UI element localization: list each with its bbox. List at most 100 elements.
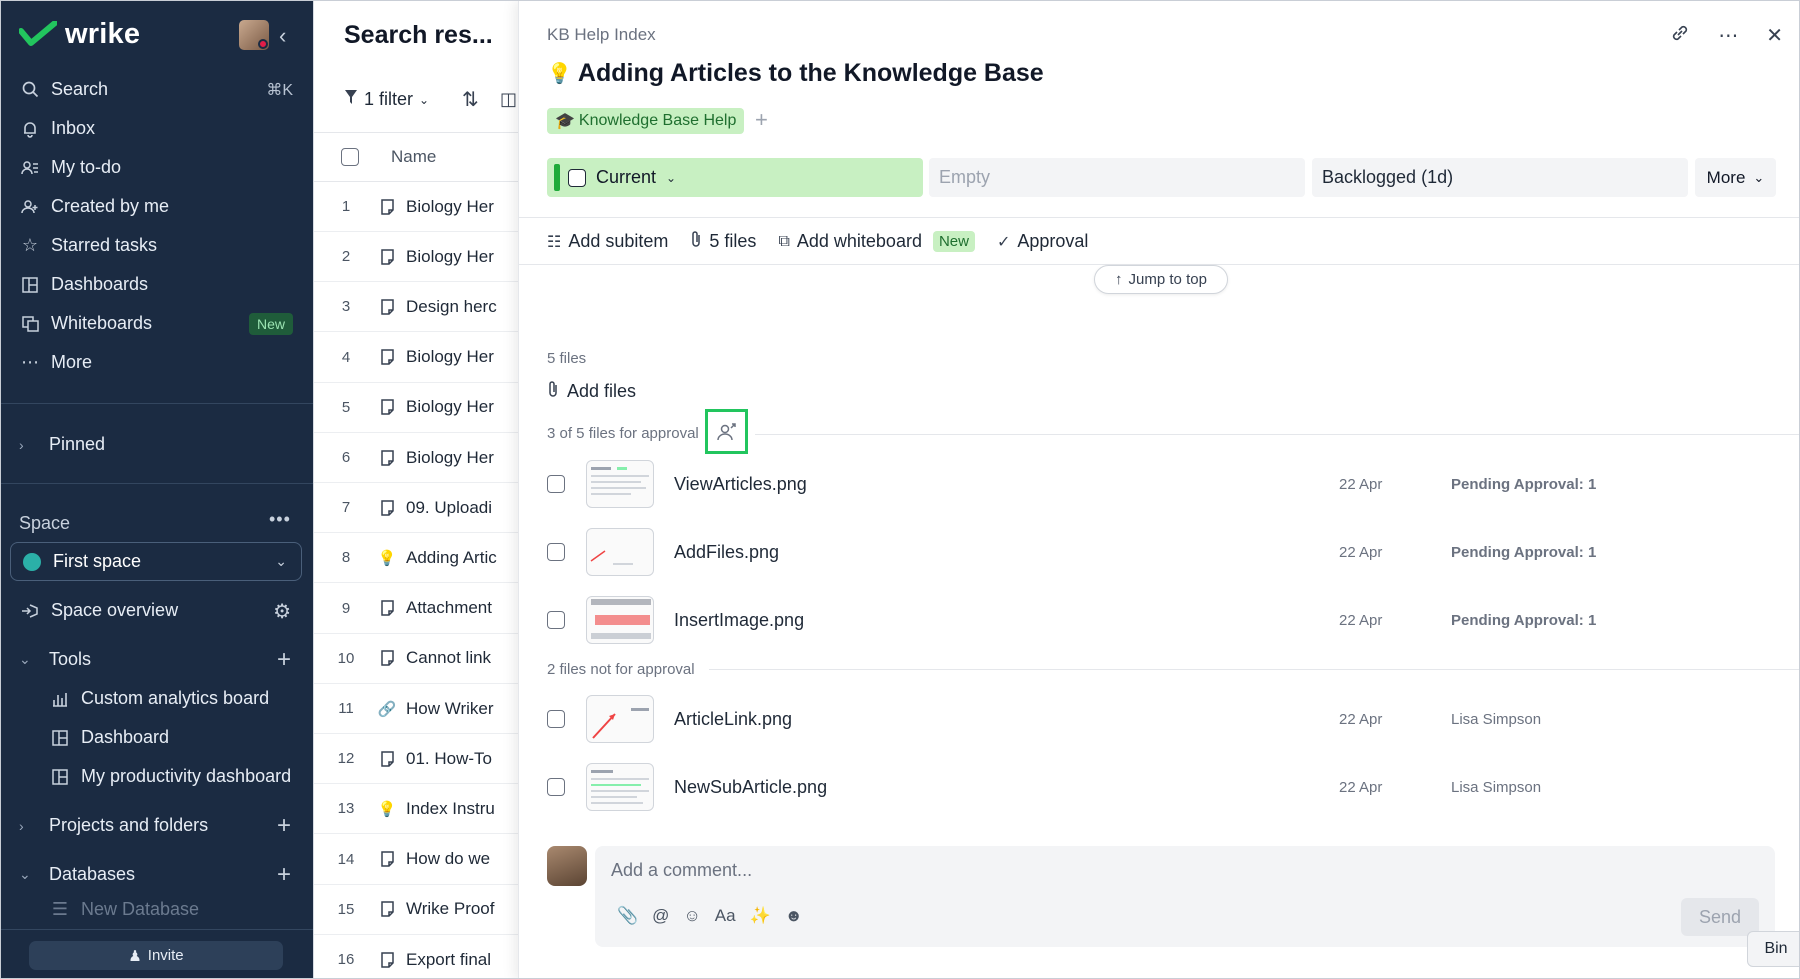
list-item[interactable]: 9 Attachment xyxy=(314,584,519,634)
row-title[interactable]: Biology Her xyxy=(406,247,494,267)
list-item[interactable]: 1 Biology Her xyxy=(314,182,519,232)
bin-button[interactable]: Bin xyxy=(1747,931,1799,967)
ai-sparkle-icon[interactable]: ✨ xyxy=(750,906,771,926)
folder-tag[interactable]: 🎓 Knowledge Base Help xyxy=(547,108,745,134)
bot-icon[interactable]: ☻ xyxy=(785,906,803,926)
attach-icon[interactable]: 📎 xyxy=(617,906,638,926)
request-approval-icon[interactable] xyxy=(705,409,748,454)
new-database-item[interactable]: ☰ New Database xyxy=(1,894,313,924)
jump-to-top-button[interactable]: ↑ Jump to top xyxy=(1094,265,1228,294)
row-title[interactable]: Biology Her xyxy=(406,397,494,417)
row-title[interactable]: Biology Her xyxy=(406,197,494,217)
add-files-button[interactable]: Add files xyxy=(547,380,636,403)
select-all-checkbox[interactable] xyxy=(341,148,359,166)
add-whiteboard-button[interactable]: ⧉ Add whiteboard New xyxy=(778,231,975,252)
wrike-logo[interactable]: wrike xyxy=(19,18,140,50)
file-checkbox[interactable] xyxy=(547,710,565,728)
add-project-icon[interactable]: + xyxy=(277,812,291,840)
file-thumbnail[interactable] xyxy=(586,460,654,508)
file-thumbnail[interactable] xyxy=(586,695,654,743)
projects-section[interactable]: › Projects and folders + xyxy=(1,806,313,845)
nav-more[interactable]: ⋯ More xyxy=(1,343,313,382)
nav-whiteboards[interactable]: Whiteboards New xyxy=(1,304,313,343)
tool-item-custom-analytics-board[interactable]: Custom analytics board xyxy=(1,679,313,718)
pinned-section[interactable]: › Pinned xyxy=(1,425,313,464)
list-item[interactable]: 10 Cannot link xyxy=(314,634,519,684)
row-title[interactable]: Adding Artic xyxy=(406,548,497,568)
space-selector[interactable]: First space ⌄ xyxy=(10,542,302,581)
gear-icon[interactable]: ⚙ xyxy=(273,599,291,624)
add-database-icon[interactable]: + xyxy=(277,861,291,889)
row-title[interactable]: Export final xyxy=(406,950,491,970)
close-icon[interactable]: ✕ xyxy=(1766,23,1783,49)
file-name[interactable]: InsertImage.png xyxy=(674,610,804,631)
filter-button[interactable]: 1 filter ⌄ xyxy=(344,89,429,110)
file-checkbox[interactable] xyxy=(547,778,565,796)
file-row[interactable]: ArticleLink.png 22 Apr Lisa Simpson xyxy=(519,685,1799,753)
file-thumbnail[interactable] xyxy=(586,528,654,576)
row-title[interactable]: 09. Uploadi xyxy=(406,498,492,518)
dates-field[interactable]: Backlogged (1d) xyxy=(1312,158,1688,197)
list-item[interactable]: 3 Design herc xyxy=(314,282,519,333)
columns-icon[interactable]: ◫ xyxy=(500,89,517,110)
nav-created-by-me[interactable]: Created by me xyxy=(1,187,313,226)
file-name[interactable]: ViewArticles.png xyxy=(674,474,807,495)
comment-input[interactable]: Add a comment... xyxy=(611,860,752,881)
column-name-header[interactable]: Name xyxy=(391,147,436,167)
files-button[interactable]: 5 files xyxy=(690,230,756,253)
row-title[interactable]: How do we xyxy=(406,849,490,869)
file-row[interactable]: AddFiles.png 22 Apr Pending Approval: 1 xyxy=(519,518,1799,586)
space-menu-icon[interactable]: ••• xyxy=(269,509,291,530)
tool-item-dashboard[interactable]: Dashboard xyxy=(1,718,313,757)
file-thumbnail[interactable] xyxy=(586,763,654,811)
row-title[interactable]: Biology Her xyxy=(406,448,494,468)
list-item[interactable]: 4 Biology Her xyxy=(314,333,519,383)
file-row[interactable]: NewSubArticle.png 22 Apr Lisa Simpson xyxy=(519,753,1799,821)
approval-status[interactable]: Pending Approval: 1 xyxy=(1451,612,1596,629)
breadcrumb[interactable]: KB Help Index xyxy=(547,25,656,45)
collapse-sidebar-icon[interactable]: ‹ xyxy=(279,23,286,49)
row-title[interactable]: Cannot link xyxy=(406,648,491,668)
row-title[interactable]: Attachment xyxy=(406,598,492,618)
send-button[interactable]: Send xyxy=(1681,898,1759,936)
list-item[interactable]: 5 Biology Her xyxy=(314,383,519,433)
assignee-field[interactable]: Empty xyxy=(929,158,1305,197)
sort-icon[interactable]: ⇅ xyxy=(462,87,479,112)
list-item[interactable]: 8 💡 Adding Artic xyxy=(314,533,519,584)
file-name[interactable]: AddFiles.png xyxy=(674,542,779,563)
list-item[interactable]: 2 Biology Her xyxy=(314,232,519,283)
add-tool-icon[interactable]: + xyxy=(277,646,291,674)
row-title[interactable]: How Wriker xyxy=(406,699,494,719)
space-overview[interactable]: Space overview ⚙ xyxy=(1,591,313,630)
file-row[interactable]: InsertImage.png 22 Apr Pending Approval:… xyxy=(519,586,1799,654)
comment-editor[interactable]: Add a comment... 📎 @ ☺ Aa ✨ ☻ Send xyxy=(595,846,1775,947)
approval-button[interactable]: ✓️ Approval xyxy=(997,231,1088,252)
file-checkbox[interactable] xyxy=(547,475,565,493)
emoji-icon[interactable]: ☺ xyxy=(683,906,700,926)
text-format-icon[interactable]: Aa xyxy=(715,906,736,926)
nav-search[interactable]: Search ⌘K xyxy=(1,70,313,109)
tools-section[interactable]: ⌄ Tools + xyxy=(1,640,313,679)
row-title[interactable]: 01. How-To xyxy=(406,749,492,769)
row-title[interactable]: Biology Her xyxy=(406,347,494,367)
list-item[interactable]: 12 01. How-To xyxy=(314,734,519,785)
list-item[interactable]: 16 Export final xyxy=(314,935,519,978)
approval-status[interactable]: Pending Approval: 1 xyxy=(1451,544,1596,561)
databases-section[interactable]: ⌄ Databases + xyxy=(1,855,313,894)
add-tag-icon[interactable]: + xyxy=(755,107,768,133)
nav-my-todo[interactable]: My to-do xyxy=(1,148,313,187)
tool-item-my-productivity-dashboard[interactable]: My productivity dashboard xyxy=(1,757,313,796)
status-selector[interactable]: Current ⌄ xyxy=(547,158,923,197)
list-item[interactable]: 6 Biology Her xyxy=(314,433,519,483)
list-item[interactable]: 11 🔗 How Wriker xyxy=(314,684,519,734)
file-checkbox[interactable] xyxy=(547,543,565,561)
add-subitem-button[interactable]: ☷ Add subitem xyxy=(547,231,668,252)
row-title[interactable]: Index Instru xyxy=(406,799,495,819)
file-name[interactable]: NewSubArticle.png xyxy=(674,777,827,798)
task-title[interactable]: 💡 Adding Articles to the Knowledge Base xyxy=(547,59,1044,88)
user-avatar[interactable] xyxy=(239,20,269,50)
list-item[interactable]: 13 💡 Index Instru xyxy=(314,784,519,835)
invite-button[interactable]: ♟ Invite xyxy=(29,941,283,970)
row-title[interactable]: Design herc xyxy=(406,297,497,317)
file-thumbnail[interactable] xyxy=(586,596,654,644)
